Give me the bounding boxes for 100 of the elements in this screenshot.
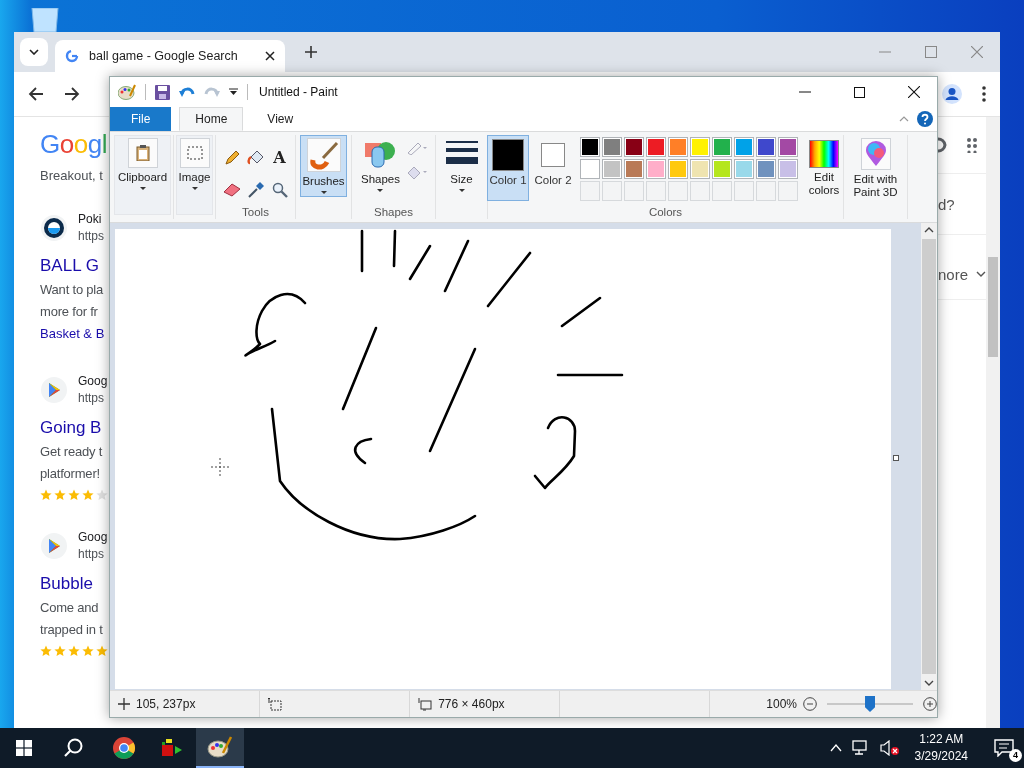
site-icon <box>40 214 68 242</box>
color-slot-button[interactable]: Color 1 <box>487 135 529 201</box>
scrollbar[interactable] <box>921 223 937 690</box>
ribbon-tab[interactable]: Home <box>179 107 244 131</box>
muted-speaker-icon[interactable] <box>879 740 900 756</box>
brush-icon <box>308 140 339 170</box>
color-swatch[interactable] <box>646 159 666 179</box>
back-icon[interactable] <box>28 86 44 102</box>
fill-bucket-icon[interactable] <box>246 150 265 167</box>
close-icon[interactable] <box>265 51 275 61</box>
color-swatch[interactable] <box>668 159 688 179</box>
question-text: d? <box>938 195 955 213</box>
empty-swatch[interactable] <box>668 181 688 201</box>
collapse-icon[interactable] <box>899 116 909 122</box>
color-swatch[interactable] <box>712 137 732 157</box>
save-icon[interactable] <box>155 84 170 100</box>
new-tab-icon[interactable] <box>305 46 317 58</box>
size-button[interactable]: Size <box>443 135 480 195</box>
chrome-icon <box>112 736 136 760</box>
color-picker-icon[interactable] <box>247 181 264 198</box>
eraser-icon[interactable] <box>222 182 241 197</box>
dropdown-icon[interactable] <box>229 88 238 96</box>
color-swatch[interactable] <box>712 159 732 179</box>
result-url: https <box>78 546 105 563</box>
color-swatch[interactable] <box>668 137 688 157</box>
empty-swatch[interactable] <box>690 181 710 201</box>
brushes-button[interactable]: Brushes <box>300 135 347 197</box>
color-swatch[interactable] <box>756 159 776 179</box>
empty-swatch[interactable] <box>646 181 666 201</box>
google-logo[interactable]: Googl <box>40 129 107 160</box>
color-swatch[interactable] <box>778 159 798 179</box>
color-swatch[interactable] <box>580 137 600 157</box>
color-swatch[interactable] <box>580 159 600 179</box>
search-icon[interactable] <box>64 738 84 758</box>
fill-icon[interactable] <box>406 165 428 179</box>
shapes-button[interactable]: Shapes <box>359 135 402 195</box>
result-link[interactable]: Going B <box>40 415 102 441</box>
color-swatch[interactable] <box>778 137 798 157</box>
undo-icon[interactable] <box>179 85 195 99</box>
result-link[interactable]: BALL G <box>40 253 99 279</box>
scroll-down-icon[interactable] <box>924 680 934 686</box>
empty-swatch[interactable] <box>778 181 798 201</box>
color-slot-button[interactable]: Color 2 <box>532 135 574 201</box>
tab-search-button[interactable] <box>20 38 48 66</box>
clock-time[interactable]: 1:22 AM <box>919 731 964 748</box>
empty-swatch[interactable] <box>712 181 732 201</box>
empty-swatch[interactable] <box>624 181 644 201</box>
close-icon[interactable] <box>908 86 920 98</box>
menu-icon[interactable] <box>982 86 986 102</box>
color-swatch[interactable] <box>690 159 710 179</box>
notification-icon[interactable] <box>994 739 1014 757</box>
color-swatch[interactable] <box>624 137 644 157</box>
help-icon[interactable] <box>917 111 933 127</box>
move-icon <box>118 698 130 710</box>
result-snippet: Come and <box>40 599 99 617</box>
profile-icon[interactable] <box>942 84 962 104</box>
color-swatch[interactable] <box>690 137 710 157</box>
empty-swatch[interactable] <box>734 181 754 201</box>
color-swatch[interactable] <box>602 137 622 157</box>
ribbon-tab[interactable]: View <box>251 107 310 131</box>
result-sublink[interactable]: Basket & B <box>40 323 105 345</box>
color-swatch[interactable] <box>646 137 666 157</box>
scrollbar[interactable] <box>986 117 1000 728</box>
pencil-icon[interactable] <box>223 150 240 167</box>
selection-size-icon <box>268 697 283 711</box>
result-link[interactable]: Bubble <box>40 571 93 597</box>
paint-3d-button[interactable]: Edit with Paint 3D <box>843 135 908 202</box>
taskbar-app-button[interactable] <box>196 728 244 768</box>
empty-swatch[interactable] <box>602 181 622 201</box>
edit-colors-button[interactable]: Edit colors <box>804 135 844 200</box>
scroll-up-icon[interactable] <box>924 227 934 233</box>
resize-handle[interactable] <box>893 455 899 461</box>
chevron-down-icon <box>976 271 986 277</box>
windows-start-icon[interactable] <box>16 740 32 756</box>
network-icon[interactable] <box>851 740 870 756</box>
paint-3d-icon <box>864 141 887 167</box>
clock-date[interactable]: 3/29/2024 <box>914 748 968 765</box>
forward-icon[interactable] <box>64 86 80 102</box>
clipboard-button[interactable]: Clipboard <box>114 135 171 215</box>
empty-swatch[interactable] <box>580 181 600 201</box>
outline-icon[interactable] <box>406 141 428 155</box>
group-label: Colors <box>648 205 683 219</box>
color-swatch[interactable] <box>756 137 776 157</box>
text-tool[interactable]: A <box>273 150 286 167</box>
chevron-up-icon[interactable] <box>829 744 842 752</box>
result-snippet: more for fr <box>40 303 98 321</box>
color-swatch[interactable] <box>734 159 754 179</box>
result-snippet: Want to pla <box>40 281 104 299</box>
color-swatch[interactable] <box>602 159 622 179</box>
ribbon-tab[interactable]: File <box>110 107 172 131</box>
color-swatch[interactable] <box>624 159 644 179</box>
empty-swatch[interactable] <box>756 181 776 201</box>
zoom-out-icon[interactable] <box>803 697 817 711</box>
chevron-down-icon <box>29 49 39 55</box>
browser-tab[interactable]: ball game - Google Search <box>55 40 285 72</box>
maximize-icon[interactable] <box>854 86 865 98</box>
color-swatch[interactable] <box>734 137 754 157</box>
zoom-in-icon[interactable] <box>923 697 937 711</box>
magnifier-icon[interactable] <box>271 181 288 198</box>
image-button[interactable]: Image <box>176 135 213 215</box>
